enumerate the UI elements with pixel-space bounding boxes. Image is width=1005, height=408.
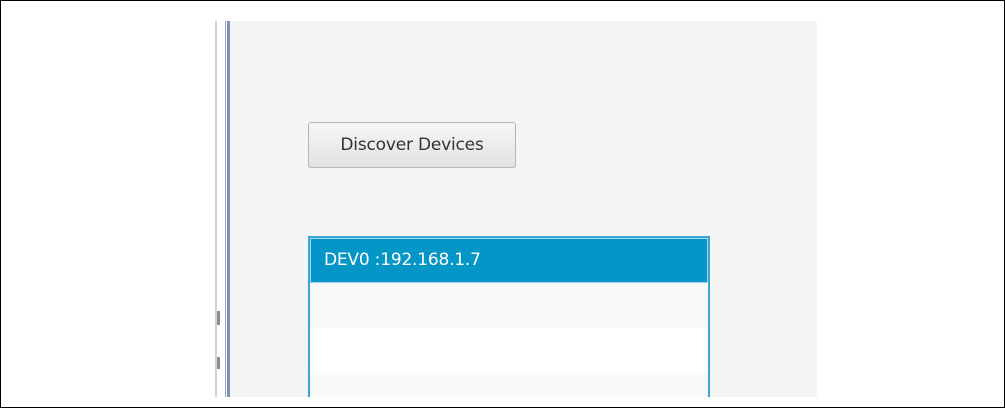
edge-line bbox=[225, 21, 226, 397]
screenshot-frame: Discover Devices DEV0 :192.168.1.7 bbox=[0, 0, 1005, 408]
resize-grip[interactable] bbox=[217, 311, 220, 325]
content-panel: Discover Devices DEV0 :192.168.1.7 bbox=[230, 21, 817, 397]
window-left-edge bbox=[214, 21, 230, 397]
list-item[interactable] bbox=[310, 328, 708, 373]
list-item[interactable]: DEV0 :192.168.1.7 bbox=[310, 238, 708, 283]
list-item[interactable] bbox=[310, 373, 708, 397]
edge-line bbox=[215, 21, 217, 397]
list-item[interactable] bbox=[310, 283, 708, 328]
discover-devices-button[interactable]: Discover Devices bbox=[308, 122, 516, 168]
device-list[interactable]: DEV0 :192.168.1.7 bbox=[308, 236, 710, 397]
resize-grip[interactable] bbox=[217, 357, 220, 369]
